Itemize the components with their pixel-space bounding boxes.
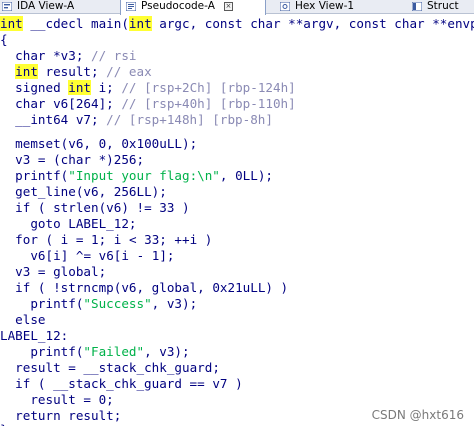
code-line[interactable]: printf("Success", v3); xyxy=(0,296,197,312)
variable: v3 xyxy=(159,344,175,359)
variable: i xyxy=(53,248,61,263)
comment: // [rsp+148h] [rbp-8h] xyxy=(106,112,273,127)
tab-structures[interactable]: Struct xyxy=(412,0,474,14)
code-line[interactable]: get_line(v6, 256LL); xyxy=(0,184,167,200)
code-line[interactable]: else xyxy=(0,312,45,328)
variable: v3 xyxy=(0,152,31,167)
variable-declaration[interactable]: __int64 v7; // [rsp+148h] [rbp-8h] xyxy=(0,112,273,128)
variable-declaration[interactable]: char *v3; // rsi xyxy=(0,48,137,64)
variable: result xyxy=(68,408,114,423)
comment: // [rsp+40h] [rbp-110h] xyxy=(121,96,296,111)
variable: v6 xyxy=(121,280,137,295)
keyword: int xyxy=(128,16,152,31)
code-line[interactable]: printf("Input your flag:\n", 0LL); xyxy=(0,168,273,184)
code-line[interactable]: result = 0; xyxy=(0,392,113,408)
comment: // [rsp+2Ch] [rbp-124h] xyxy=(121,80,296,95)
label-line[interactable]: LABEL_12: xyxy=(0,328,68,344)
variable: result xyxy=(0,360,61,375)
tab-bar: IDA View-A Pseudocode-A × Hex View-1 Stru… xyxy=(0,0,474,15)
code-line[interactable]: result = __stack_chk_guard; xyxy=(0,360,220,376)
code-line[interactable]: v3 = global; xyxy=(0,264,106,280)
graph-icon xyxy=(2,2,12,11)
code-line[interactable]: v3 = (char *)256; xyxy=(0,152,144,168)
code-line[interactable]: return result; xyxy=(0,408,121,424)
variable-declaration[interactable]: int result; // eax xyxy=(0,64,152,80)
structures-icon xyxy=(412,2,422,11)
string-literal: "Success" xyxy=(83,296,152,311)
variable: v6 xyxy=(30,248,46,263)
code-line[interactable]: } xyxy=(0,422,8,426)
variable: v3 xyxy=(0,264,31,279)
hex-view-icon xyxy=(280,2,290,11)
code-line[interactable]: if ( strlen(v6) != 33 ) xyxy=(0,200,189,216)
watermark: CSDN @hxt616 xyxy=(371,408,464,422)
variable: v6 xyxy=(83,184,99,199)
code-line[interactable]: { xyxy=(0,32,8,48)
variable: v3 xyxy=(166,296,182,311)
pseudocode-icon xyxy=(126,2,136,11)
tab-label: Hex View-1 xyxy=(295,0,355,12)
tab-ida-view[interactable]: IDA View-A xyxy=(2,0,114,14)
tab-label: IDA View-A xyxy=(17,0,75,12)
tab-hex-view[interactable]: Hex View-1 xyxy=(280,0,390,14)
tab-label: Pseudocode-A xyxy=(141,0,215,12)
comment: // rsi xyxy=(91,48,137,63)
pseudocode-view[interactable]: int __cdecl main(int argc, const char **… xyxy=(0,16,474,426)
variable-declaration[interactable]: signed int i; // [rsp+2Ch] [rbp-124h] xyxy=(0,80,296,96)
keyword: int xyxy=(15,64,38,79)
variable: i xyxy=(121,248,129,263)
variable: v7 xyxy=(212,376,228,391)
variable: v6 xyxy=(106,200,122,215)
code-line[interactable]: memset(v6, 0, 0x100uLL); xyxy=(0,136,197,152)
code-line[interactable]: if ( __stack_chk_guard == v7 ) xyxy=(0,376,243,392)
string-literal: "Failed" xyxy=(83,344,145,359)
code-line[interactable]: if ( !strncmp(v6, global, 0x21uLL) ) xyxy=(0,280,288,296)
keyword: int xyxy=(68,80,91,95)
tab-pseudocode[interactable]: Pseudocode-A × xyxy=(120,0,266,15)
variable: v6 xyxy=(98,248,114,263)
string-literal: "Input your flag:\n" xyxy=(68,168,220,183)
comment: // eax xyxy=(106,64,152,79)
code-line[interactable]: goto LABEL_12; xyxy=(0,216,136,232)
variable-declaration[interactable]: char v6[264]; // [rsp+40h] [rbp-110h] xyxy=(0,96,296,112)
close-icon[interactable]: × xyxy=(223,2,233,11)
code-line[interactable]: printf("Failed", v3); xyxy=(0,344,189,360)
keyword: int xyxy=(0,16,23,31)
code-line[interactable]: v6[i] ^= v6[i - 1]; xyxy=(0,248,174,264)
code-line[interactable]: for ( i = 1; i < 33; ++i ) xyxy=(0,232,212,248)
variable: result xyxy=(0,392,76,407)
variable: v6 xyxy=(68,136,84,151)
tab-label: Struct xyxy=(427,0,459,12)
function-signature[interactable]: int __cdecl main(int argc, const char **… xyxy=(0,16,474,32)
